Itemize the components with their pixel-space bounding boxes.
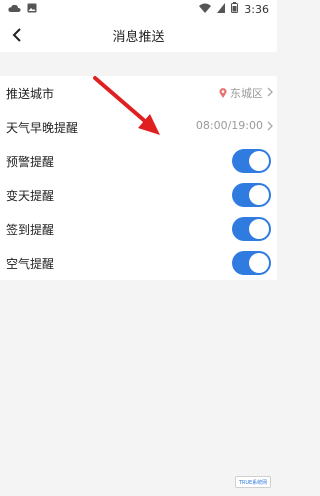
status-right: 3:36 bbox=[199, 2, 269, 16]
cloud-icon bbox=[8, 3, 21, 16]
chevron-right-icon bbox=[267, 87, 273, 97]
toggle-knob bbox=[249, 185, 269, 205]
city-value: 东城区 bbox=[230, 87, 263, 100]
battery-icon bbox=[231, 2, 239, 16]
row-label: 预警提醒 bbox=[6, 155, 55, 169]
watermark-logo: TRUE系统网 bbox=[235, 476, 271, 488]
status-time: 3:36 bbox=[244, 2, 269, 16]
row-label: 变天提醒 bbox=[6, 189, 55, 203]
status-bar: 3:36 bbox=[0, 0, 277, 18]
row-morning-evening[interactable]: 天气早晚提醒 08:00/19:00 bbox=[0, 110, 277, 144]
nav-bar: 消息推送 bbox=[0, 18, 277, 52]
row-push-city[interactable]: 推送城市 东城区 bbox=[0, 76, 277, 110]
weather-change-toggle[interactable] bbox=[232, 183, 271, 207]
content-area: 推送城市 东城区 天气早晚提醒 08:00/19:00 预警提醒 变天提醒 签到… bbox=[0, 52, 277, 496]
row-air: 空气提醒 bbox=[0, 246, 277, 280]
row-label: 空气提醒 bbox=[6, 257, 55, 271]
status-left bbox=[8, 3, 37, 16]
signal-icon bbox=[217, 2, 226, 16]
air-toggle[interactable] bbox=[232, 251, 271, 275]
row-label: 签到提醒 bbox=[6, 223, 55, 237]
row-weather-change: 变天提醒 bbox=[0, 178, 277, 212]
image-icon bbox=[27, 3, 37, 16]
row-warning: 预警提醒 bbox=[0, 144, 277, 178]
wifi-icon bbox=[199, 3, 212, 16]
row-value: 08:00/19:00 bbox=[196, 119, 263, 132]
toggle-knob bbox=[249, 219, 269, 239]
time-value: 08:00/19:00 bbox=[195, 119, 263, 132]
row-checkin: 签到提醒 bbox=[0, 212, 277, 246]
settings-list: 推送城市 东城区 天气早晚提醒 08:00/19:00 预警提醒 变天提醒 签到… bbox=[0, 76, 277, 280]
page-title: 消息推送 bbox=[112, 30, 165, 45]
toggle-knob bbox=[249, 151, 269, 171]
warning-toggle[interactable] bbox=[232, 149, 271, 173]
location-pin-icon bbox=[219, 88, 227, 98]
toggle-knob bbox=[249, 253, 269, 273]
checkin-toggle[interactable] bbox=[232, 217, 271, 241]
chevron-right-icon bbox=[267, 121, 273, 131]
row-label: 天气早晚提醒 bbox=[6, 121, 79, 135]
row-label: 推送城市 bbox=[6, 87, 55, 101]
row-value: 东城区 bbox=[219, 85, 263, 101]
